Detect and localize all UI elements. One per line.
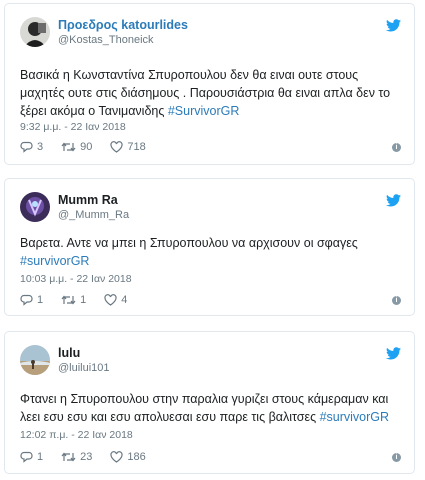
heart-icon: [104, 294, 117, 306]
retweet-button[interactable]: 1: [61, 294, 86, 306]
info-icon[interactable]: i: [392, 143, 401, 152]
hashtag-link[interactable]: #SurvivorGR: [168, 104, 240, 118]
twitter-bird-icon[interactable]: [386, 347, 401, 360]
display-name[interactable]: Mumm Ra: [58, 193, 118, 207]
tweet-text-body: Βαρετα. Αντε να μπει η Σπυροπουλου να αρ…: [20, 236, 358, 250]
hashtag-link[interactable]: #survivorGR: [20, 254, 89, 268]
tweet-card[interactable]: Προεδρος katourlides @Kostas_Thoneick Βα…: [4, 3, 415, 165]
reply-button[interactable]: 1: [20, 451, 43, 463]
reply-count: 1: [37, 451, 44, 463]
tweet-text: Βασικά η Κωνσταντίνα Σπυροπουλου δεν θα …: [20, 66, 404, 120]
avatar[interactable]: [20, 192, 50, 222]
retweet-count: 23: [80, 451, 93, 463]
retweet-count: 1: [80, 294, 87, 306]
retweet-icon: [61, 452, 76, 462]
info-icon[interactable]: i: [392, 453, 401, 462]
info-icon[interactable]: i: [392, 296, 401, 305]
tweet-card[interactable]: lulu @luilui101 Φτανει η Σπυροπουλου στη…: [4, 331, 415, 474]
user-handle[interactable]: @luilui101: [58, 362, 110, 374]
timestamp[interactable]: 10:03 μ.μ. - 22 Ιαν 2018: [20, 273, 132, 285]
reply-count: 1: [37, 294, 44, 306]
heart-icon: [110, 141, 123, 153]
heart-icon: [110, 451, 123, 463]
action-bar: 3 90 718: [20, 140, 164, 154]
retweet-count: 90: [80, 141, 93, 153]
timestamp[interactable]: 9:32 μ.μ. - 22 Ιαν 2018: [20, 121, 126, 133]
user-handle[interactable]: @_Mumm_Ra: [58, 209, 129, 221]
avatar[interactable]: [20, 345, 50, 375]
retweet-button[interactable]: 23: [61, 451, 92, 463]
twitter-bird-icon[interactable]: [386, 19, 401, 32]
reply-count: 3: [37, 141, 44, 153]
display-name[interactable]: Προεδρος katourlides: [58, 18, 188, 32]
twitter-bird-icon[interactable]: [386, 194, 401, 207]
action-bar: 1 1 4: [20, 293, 145, 307]
tweet-text: Φτανει η Σπυροπουλου στην παραλια γυριζε…: [20, 390, 404, 426]
reply-button[interactable]: 3: [20, 141, 43, 153]
retweet-icon: [61, 295, 76, 305]
action-bar: 1 23 186: [20, 450, 164, 464]
display-name[interactable]: lulu: [58, 346, 80, 360]
like-count: 186: [127, 451, 146, 463]
avatar[interactable]: [20, 17, 50, 47]
like-count: 718: [127, 141, 146, 153]
like-count: 4: [121, 294, 128, 306]
retweet-icon: [61, 142, 76, 152]
like-button[interactable]: 718: [110, 141, 146, 153]
reply-icon: [20, 141, 33, 153]
like-button[interactable]: 4: [104, 294, 127, 306]
timestamp[interactable]: 12:02 π.μ. - 22 Ιαν 2018: [20, 429, 133, 441]
reply-icon: [20, 451, 33, 463]
tweet-card[interactable]: Mumm Ra @_Mumm_Ra Βαρετα. Αντε να μπει η…: [4, 178, 415, 316]
hashtag-link[interactable]: #survivorGR: [320, 410, 389, 424]
user-handle[interactable]: @Kostas_Thoneick: [58, 34, 154, 46]
retweet-button[interactable]: 90: [61, 141, 92, 153]
reply-icon: [20, 294, 33, 306]
reply-button[interactable]: 1: [20, 294, 43, 306]
tweet-text: Βαρετα. Αντε να μπει η Σπυροπουλου να αρ…: [20, 234, 404, 270]
like-button[interactable]: 186: [110, 451, 146, 463]
